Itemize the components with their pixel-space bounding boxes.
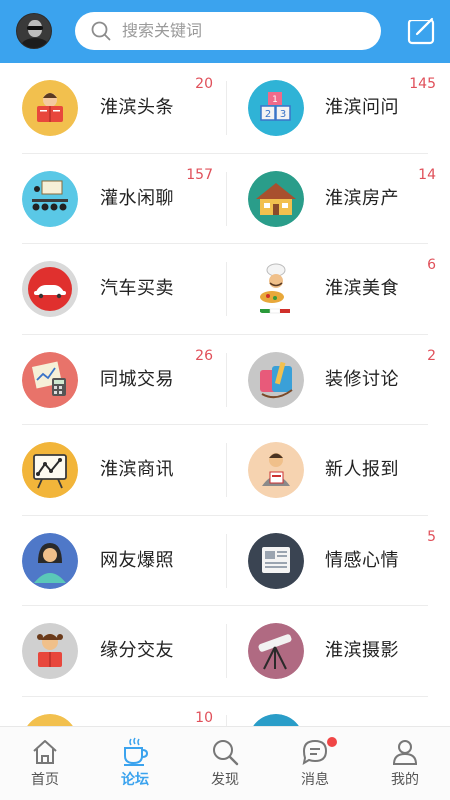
coffee-cup-icon <box>124 737 149 766</box>
forum-label: 淮滨摄影 <box>325 640 399 661</box>
forum-label: 淮滨商讯 <box>100 459 174 480</box>
tab-home[interactable]: 首页 <box>0 727 90 800</box>
post-count-badge: 2 <box>427 347 436 364</box>
tab-discover[interactable]: 发现 <box>180 727 270 800</box>
forum-row: 灌水闲聊 157 淮滨房产 14 <box>0 154 450 245</box>
search-icon <box>213 740 239 766</box>
tab-me[interactable]: 我的 <box>360 727 450 800</box>
forum-label: 情感心情 <box>325 549 399 571</box>
post-count-badge: 20 <box>195 76 213 92</box>
tab-messages[interactable]: 消息 <box>270 727 360 800</box>
post-count-badge: 14 <box>418 166 436 183</box>
house-icon <box>248 170 304 227</box>
compose-icon[interactable] <box>404 14 438 48</box>
forum-label: 新人报到 <box>325 459 399 480</box>
forum-item-newcomer[interactable]: 新人报到 <box>225 425 450 515</box>
telescope-icon <box>248 623 304 679</box>
tab-forum[interactable]: 论坛 <box>90 727 180 800</box>
post-count-badge: 6 <box>427 257 436 273</box>
forum-label: 淮滨美食 <box>325 278 399 299</box>
number-blocks-icon: 2 3 1 <box>248 80 304 136</box>
tab-label: 我的 <box>391 772 419 788</box>
post-count-badge: 10 <box>195 709 213 726</box>
forum-row: 网友爆照 情感心情 5 <box>0 516 450 607</box>
forum-label: 灌水闲聊 <box>100 187 174 209</box>
forum-item-car-trade[interactable]: 汽车买卖 <box>0 244 225 334</box>
tab-label: 论坛 <box>121 772 149 788</box>
forum-item-huaibin-qa[interactable]: 2 3 1 淮滨问问 145 <box>225 63 450 153</box>
search-box[interactable]: 搜索关键词 <box>75 12 381 50</box>
tab-label: 消息 <box>301 772 329 788</box>
girl-reading-icon <box>22 623 78 679</box>
forum-item-huaibin-food[interactable]: 淮滨美食 6 <box>225 244 450 334</box>
forum-item-huaibin-headlines[interactable]: 淮滨头条 20 <box>0 63 225 153</box>
post-count-badge: 26 <box>195 347 213 364</box>
meeting-audience-icon <box>22 170 78 227</box>
forum-item-casual-chat[interactable]: 灌水闲聊 157 <box>0 154 225 244</box>
message-icon <box>302 739 328 766</box>
forum-row: 汽车买卖 淮滨美食 6 <box>0 244 450 335</box>
forum-item-business-news[interactable]: 淮滨商讯 <box>0 425 225 515</box>
forum-item-feelings[interactable]: 情感心情 5 <box>225 516 450 606</box>
post-count-badge: 5 <box>427 528 436 545</box>
user-avatar[interactable] <box>16 13 52 49</box>
bottom-tab-bar: 首页 论坛 发现 消息 我的 <box>0 726 450 800</box>
tab-label: 首页 <box>31 772 59 788</box>
forum-item-local-trade[interactable]: 同城交易 26 <box>0 335 225 425</box>
newcomer-icon <box>248 442 304 498</box>
post-count-badge: 157 <box>186 166 213 183</box>
avatar-body <box>21 38 49 48</box>
forum-label: 装修讨论 <box>325 368 399 390</box>
tab-label: 发现 <box>211 772 239 788</box>
forum-label: 淮滨房产 <box>325 187 399 209</box>
forum-label: 淮滨头条 <box>100 97 174 118</box>
document-icon <box>248 532 304 589</box>
forum-item-renovation[interactable]: 装修讨论 2 <box>225 335 450 425</box>
chef-food-icon <box>248 261 304 317</box>
svg-text:3: 3 <box>280 109 286 120</box>
forum-label: 淮滨问问 <box>325 97 399 118</box>
avatar-glasses <box>27 26 43 30</box>
home-icon <box>33 740 57 764</box>
forum-item-dating[interactable]: 缘分交友 <box>0 606 225 696</box>
forum-label: 同城交易 <box>100 368 174 390</box>
woman-portrait-icon <box>22 532 78 589</box>
top-bar: 搜索关键词 <box>0 0 450 63</box>
svg-text:1: 1 <box>272 95 278 105</box>
forum-row: 同城交易 26 装修讨论 2 <box>0 335 450 426</box>
car-icon <box>22 261 78 317</box>
reading-person-icon <box>22 80 78 136</box>
forum-grid: 淮滨头条 20 2 3 1 淮滨问问 145 灌水闲聊 157 淮滨房产 14 … <box>0 63 450 787</box>
search-icon <box>91 21 111 41</box>
user-icon <box>392 740 418 765</box>
paint-tools-icon <box>248 351 304 408</box>
forum-label: 缘分交友 <box>100 640 174 661</box>
forum-item-huaibin-realestate[interactable]: 淮滨房产 14 <box>225 154 450 244</box>
forum-row: 淮滨头条 20 2 3 1 淮滨问问 145 <box>0 63 450 154</box>
trend-board-icon <box>22 442 78 498</box>
forum-item-user-photos[interactable]: 网友爆照 <box>0 516 225 606</box>
forum-item-photography[interactable]: 淮滨摄影 <box>225 606 450 696</box>
forum-row: 淮滨商讯 新人报到 <box>0 425 450 516</box>
calculator-chart-icon <box>22 351 78 408</box>
unread-dot <box>327 737 337 747</box>
post-count-badge: 145 <box>409 76 436 92</box>
forum-row: 缘分交友 淮滨摄影 <box>0 606 450 697</box>
search-placeholder: 搜索关键词 <box>122 21 203 40</box>
forum-label: 网友爆照 <box>100 549 174 571</box>
forum-label: 汽车买卖 <box>100 278 174 299</box>
svg-text:2: 2 <box>265 109 271 120</box>
